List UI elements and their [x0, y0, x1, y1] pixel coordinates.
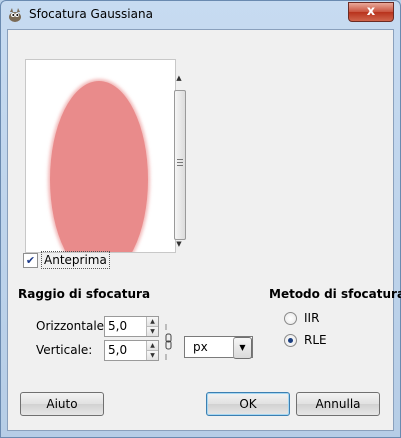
decrement-icon[interactable]: ▼	[146, 327, 158, 336]
blur-method-title: Metodo di sfocatura	[269, 287, 401, 301]
close-button[interactable]: x	[348, 2, 394, 22]
help-button[interactable]: Aiuto	[20, 392, 104, 416]
cancel-button[interactable]: Annulla	[296, 392, 380, 416]
scroll-down-arrow-icon[interactable]: ▼	[173, 239, 185, 249]
unit-value: px	[193, 340, 208, 354]
dialog-content: ▲ ▼ ✔ Anteprima Raggio di sfocatura Oriz…	[7, 29, 401, 431]
preview-checkbox[interactable]: ✔	[23, 253, 38, 268]
chevron-down-icon[interactable]: ▼	[233, 337, 252, 359]
ok-button-label: OK	[239, 397, 257, 411]
iir-label[interactable]: IIR	[304, 311, 319, 325]
increment-icon[interactable]: ▲	[146, 317, 158, 327]
iir-radio[interactable]	[284, 312, 297, 325]
blur-radius-title: Raggio di sfocatura	[18, 287, 151, 301]
horizontal-value[interactable]: 5,0	[108, 319, 127, 333]
ok-button[interactable]: OK	[206, 392, 290, 416]
title-bar[interactable]: Sfocatura Gaussiana x	[1, 1, 400, 29]
vertical-label: Verticale:	[36, 343, 93, 357]
chain-link-icon[interactable]	[164, 324, 174, 360]
close-icon: x	[366, 4, 376, 19]
window-title: Sfocatura Gaussiana	[29, 7, 153, 21]
preview-ellipse	[50, 81, 148, 252]
decrement-icon[interactable]: ▼	[146, 351, 158, 360]
horizontal-spinbox[interactable]: 5,0 ▲ ▼	[104, 316, 159, 337]
help-button-label: Aiuto	[46, 397, 78, 411]
grip-icon	[177, 159, 183, 168]
vertical-spinbox[interactable]: 5,0 ▲ ▼	[104, 340, 159, 361]
gimp-app-icon	[9, 8, 21, 22]
preview-canvas[interactable]	[25, 59, 176, 253]
rle-radio[interactable]	[284, 334, 297, 347]
cancel-button-label: Annulla	[315, 397, 361, 411]
scrollbar-thumb[interactable]	[174, 90, 186, 240]
preview-checkbox-label[interactable]: Anteprima	[41, 251, 110, 269]
preview-scrollbar[interactable]: ▲ ▼	[173, 59, 186, 251]
horizontal-label: Orizzontale:	[36, 319, 109, 333]
scroll-up-arrow-icon[interactable]: ▲	[173, 73, 185, 83]
increment-icon[interactable]: ▲	[146, 341, 158, 351]
unit-dropdown[interactable]: px ▼	[184, 336, 253, 359]
rle-label[interactable]: RLE	[304, 333, 327, 347]
vertical-value[interactable]: 5,0	[108, 343, 127, 357]
